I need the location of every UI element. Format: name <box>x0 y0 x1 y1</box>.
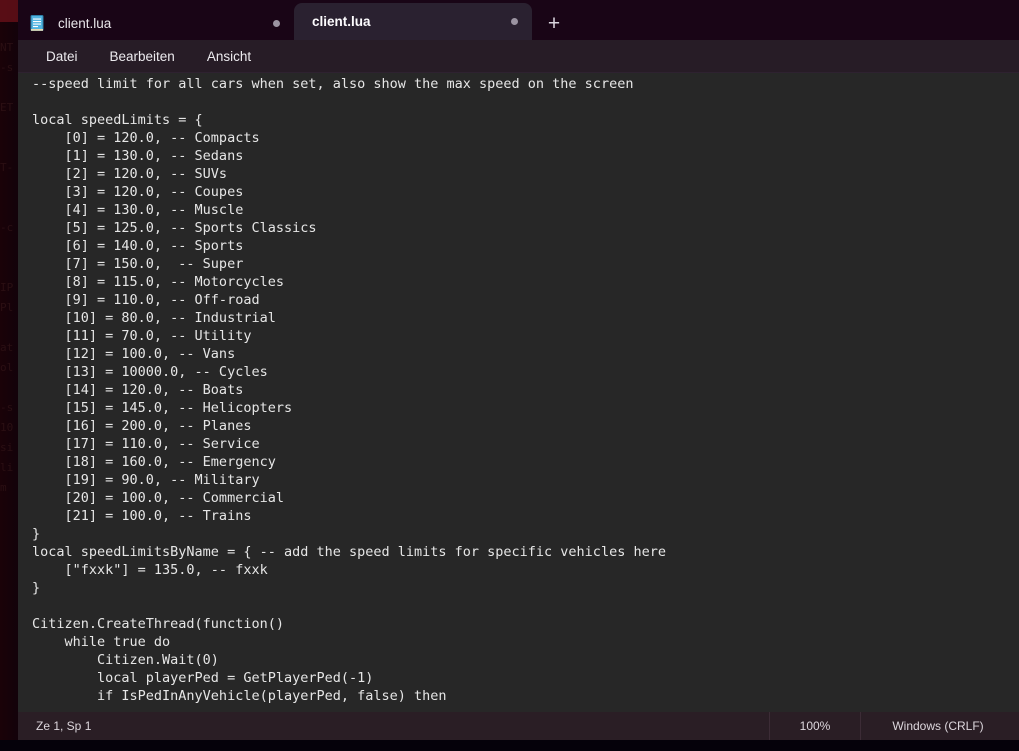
new-tab-button[interactable]: + <box>532 6 576 40</box>
status-line-ending[interactable]: Windows (CRLF) <box>860 712 1019 740</box>
status-bar-right-group: 100% Windows (CRLF) <box>769 712 1019 740</box>
editor-text-content[interactable]: --speed limit for all cars when set, als… <box>32 75 1019 705</box>
notepad-window: client.lua client.lua + Datei Bearbeiten… <box>18 0 1019 740</box>
tab-client-lua-2[interactable]: client.lua <box>294 3 532 40</box>
tab-label: client.lua <box>58 16 273 31</box>
menu-item-bearbeiten[interactable]: Bearbeiten <box>96 45 189 68</box>
notepad-document-icon <box>28 14 46 32</box>
tab-strip: client.lua client.lua + <box>18 0 1019 40</box>
desktop-bottom-strip <box>0 740 1019 751</box>
status-caret-position: Ze 1, Sp 1 <box>18 719 91 733</box>
tab-client-lua-1[interactable]: client.lua <box>18 6 294 40</box>
plus-icon: + <box>548 13 560 34</box>
editor-area[interactable]: --speed limit for all cars when set, als… <box>18 73 1019 712</box>
status-zoom-level[interactable]: 100% <box>769 712 860 740</box>
menu-item-ansicht[interactable]: Ansicht <box>193 45 265 68</box>
menu-bar: Datei Bearbeiten Ansicht <box>18 40 1019 73</box>
menu-item-datei[interactable]: Datei <box>32 45 92 68</box>
tab-modified-indicator[interactable] <box>511 18 518 25</box>
tab-modified-indicator[interactable] <box>273 20 280 27</box>
tab-label: client.lua <box>312 14 511 29</box>
status-bar: Ze 1, Sp 1 100% Windows (CRLF) <box>18 712 1019 740</box>
